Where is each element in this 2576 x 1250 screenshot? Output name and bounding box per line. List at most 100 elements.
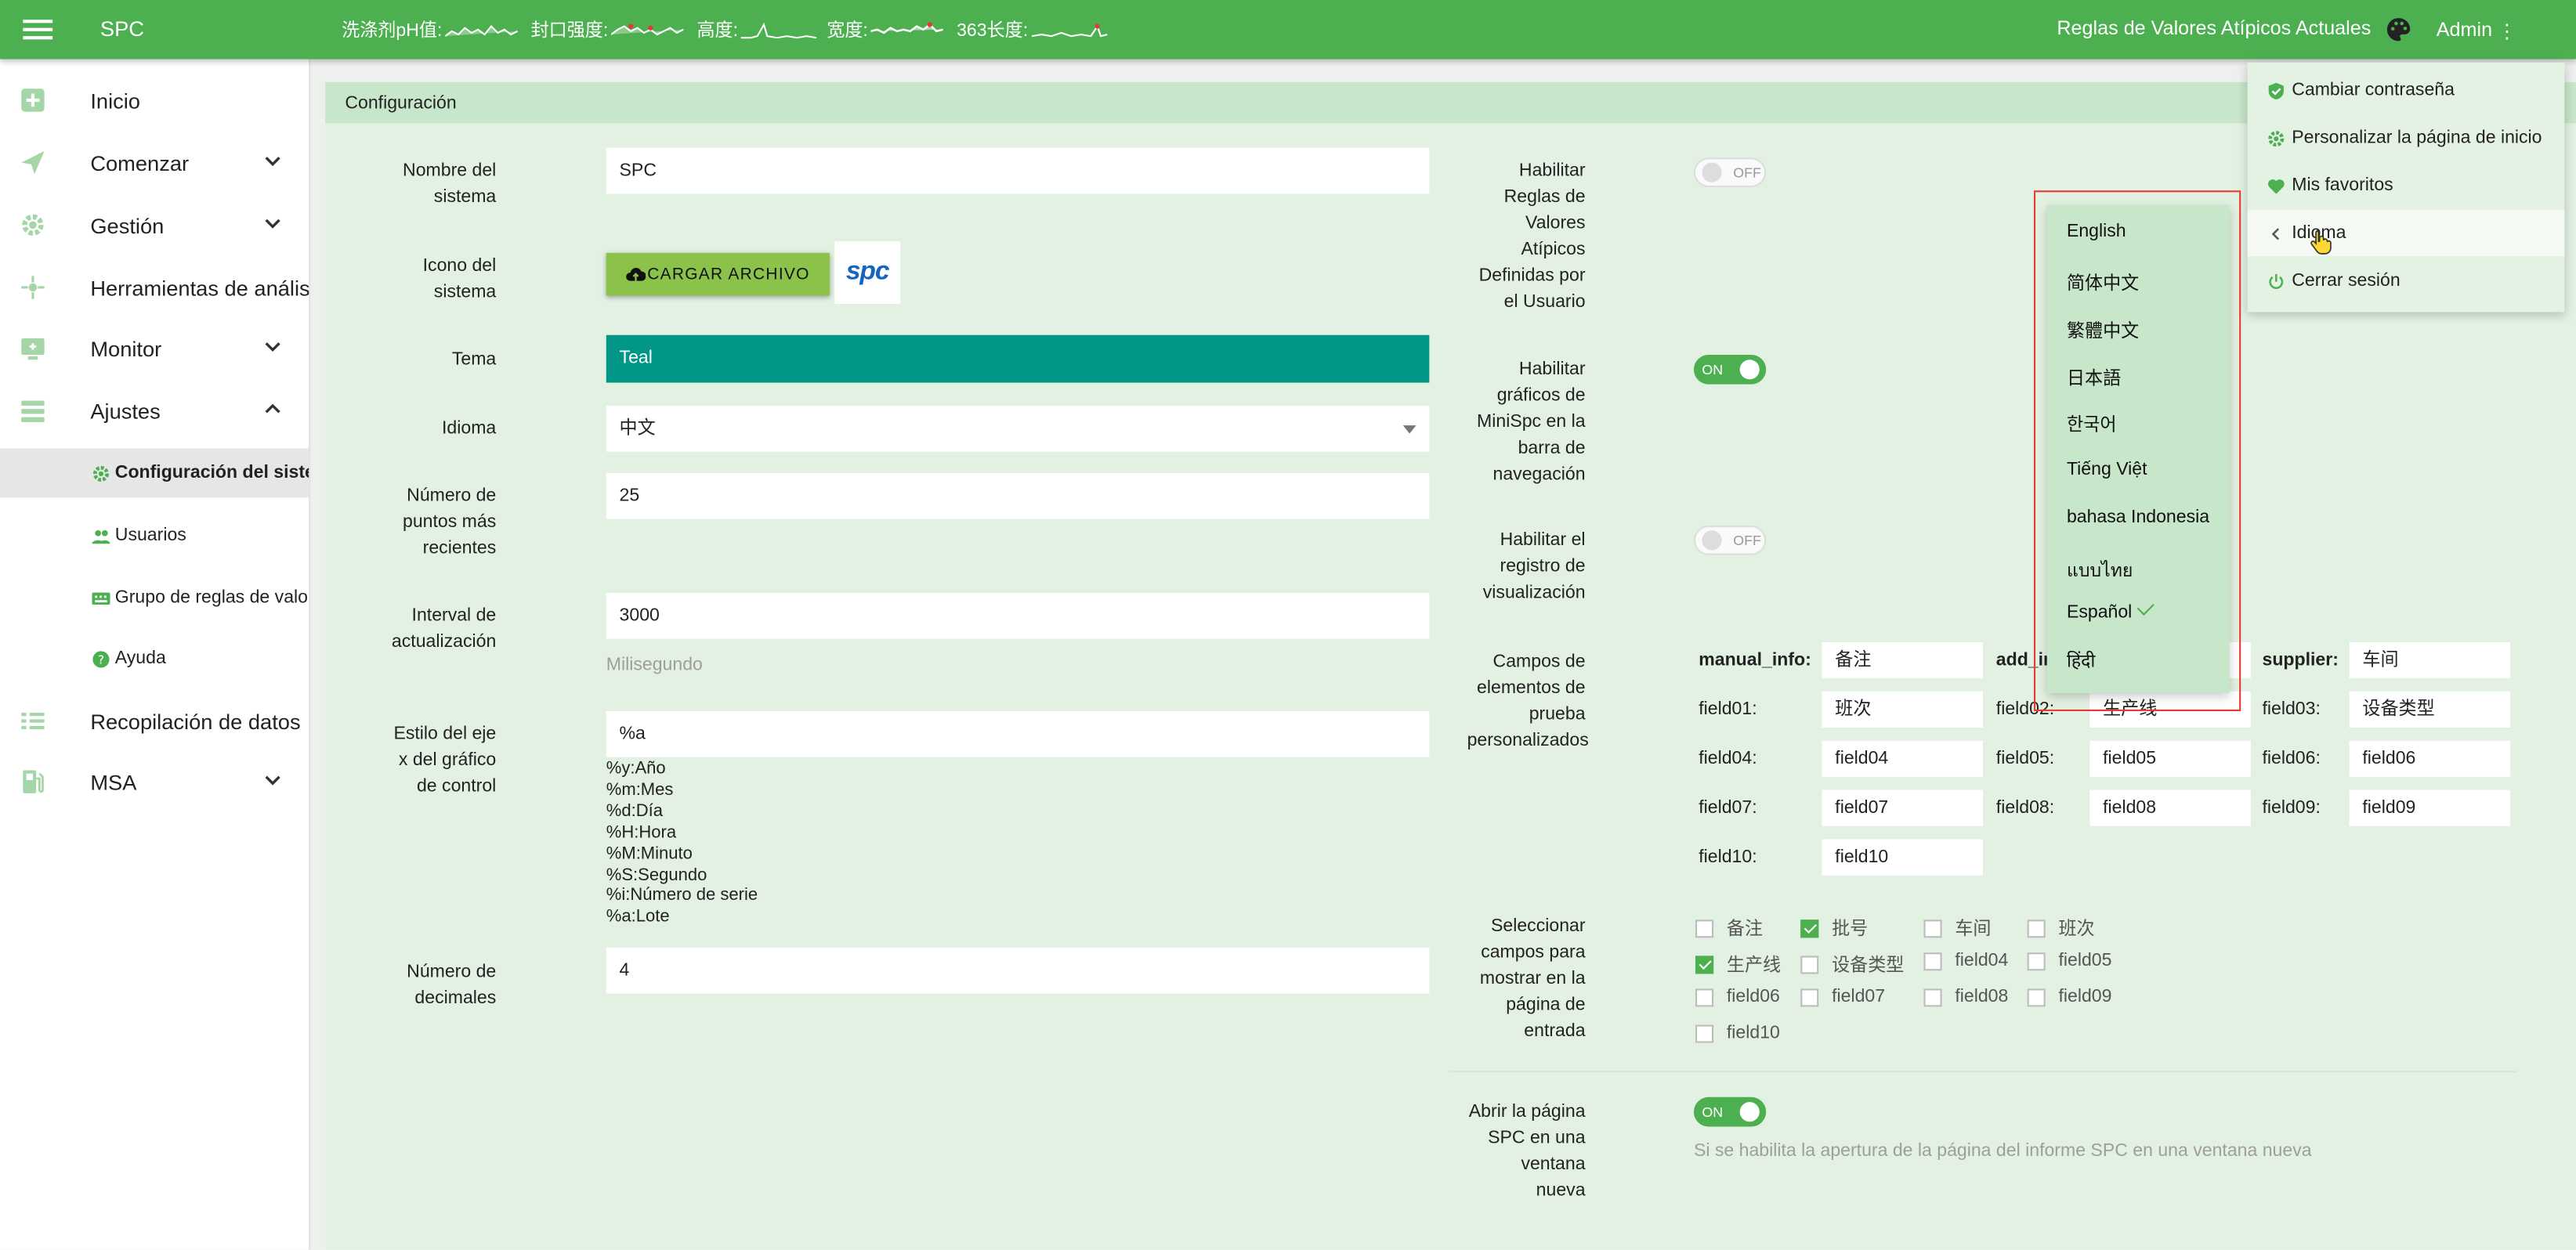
new-window-toggle[interactable]: ON — [1693, 1096, 1767, 1127]
field-value-input[interactable]: 班次 — [1822, 691, 1984, 728]
field-value-input[interactable]: 设备类型 — [2349, 691, 2511, 728]
entry-field-checkbox[interactable]: 生产线 — [1695, 951, 1781, 977]
xaxis-format-item: %y:Año — [606, 758, 666, 779]
checkbox-label: field04 — [1955, 951, 2009, 971]
menu-item-change-password[interactable]: Cambiar contraseña — [2248, 67, 2565, 114]
decimals-input[interactable]: 4 — [606, 947, 1430, 994]
system-name-input[interactable]: SPC — [606, 147, 1430, 194]
caret-down-icon — [1402, 425, 1416, 434]
mini-spc-chart-height[interactable]: 高度: — [696, 16, 817, 43]
recent-points-input[interactable]: 25 — [606, 472, 1430, 519]
minispc-toggle[interactable]: ON — [1693, 354, 1767, 385]
sidebar-subitem-rule-groups[interactable]: Grupo de reglas de valores atípicos — [0, 573, 309, 623]
entry-field-checkbox[interactable]: field04 — [1923, 951, 2009, 971]
checkbox-box — [2027, 988, 2046, 1006]
menu-item-label: Mis favoritos — [2292, 175, 2393, 196]
field-key: field07: — [1699, 798, 1757, 818]
shield-check-icon — [2268, 82, 2284, 99]
entry-field-checkbox[interactable]: field09 — [2027, 987, 2111, 1006]
field-key: field06: — [2262, 749, 2321, 769]
checkbox-label: field10 — [1726, 1023, 1780, 1043]
mini-spc-chart-length[interactable]: 363长度: — [957, 16, 1107, 43]
entry-field-checkbox[interactable]: field06 — [1695, 987, 1780, 1006]
field-key: field09: — [2262, 798, 2321, 818]
refresh-interval-input[interactable]: 3000 — [606, 592, 1430, 639]
mini-spc-chart-seal[interactable]: 封口强度: — [531, 16, 687, 43]
view-log-toggle[interactable]: OFF — [1693, 526, 1767, 555]
field-value-input[interactable]: field04 — [1822, 740, 1984, 777]
upload-file-button[interactable]: CARGAR ARCHIVO — [606, 252, 830, 296]
decimals-label: Número de decimales — [407, 962, 497, 1009]
field-value-input[interactable]: field09 — [2349, 789, 2511, 826]
field-value-input[interactable]: field06 — [2349, 740, 2511, 777]
hamburger-menu-icon[interactable] — [23, 15, 53, 45]
entry-field-checkbox[interactable]: field05 — [2027, 951, 2111, 970]
config-card-title: Configuración — [345, 93, 457, 114]
mini-spc-chart-width[interactable]: 宽度: — [827, 16, 946, 43]
sidebar-item-monitor[interactable]: Monitor — [0, 323, 309, 373]
sidebar-subitem-label: Usuarios — [114, 526, 186, 546]
more-vert-icon[interactable]: ⋮ — [2497, 20, 2516, 42]
section-divider — [1449, 1071, 2517, 1073]
home-plus-icon — [21, 89, 45, 112]
sidebar-item-msa[interactable]: MSA — [0, 757, 309, 807]
sidebar-subitem-users[interactable]: Usuarios — [0, 511, 309, 560]
entry-field-checkbox[interactable]: field08 — [1923, 987, 2008, 1006]
menu-item-logout[interactable]: Cerrar sesión — [2248, 258, 2565, 304]
chevron-left-icon — [2271, 228, 2280, 240]
sidebar-item-label: Recopilación de datos — [90, 708, 301, 734]
new-window-hint: Si se habilita la apertura de la página … — [1693, 1141, 2312, 1161]
entry-field-checkbox[interactable]: 备注 — [1695, 915, 1763, 941]
chevron-up-icon — [265, 403, 280, 414]
field-value-input[interactable]: field05 — [2089, 740, 2251, 777]
chevron-down-icon — [265, 157, 280, 167]
current-rules-link[interactable]: Reglas de Valores Atípicos Actuales — [2057, 16, 2371, 39]
chevron-down-icon — [265, 219, 280, 229]
user-name[interactable]: Admin — [2437, 18, 2492, 41]
sidebar-item-gestion[interactable]: Gestión — [0, 201, 309, 250]
mini-spc-chart-ph[interactable]: 洗涤剂pH值: — [342, 16, 521, 43]
field-value-input[interactable]: field08 — [2089, 789, 2251, 826]
users-icon — [92, 529, 110, 544]
menu-item-customize-home[interactable]: Personalizar la página de inicio — [2248, 115, 2565, 161]
field-value-input[interactable]: field07 — [1822, 789, 1984, 826]
theme-select[interactable]: Teal — [606, 334, 1430, 383]
gear-icon — [92, 465, 109, 482]
palette-icon[interactable] — [2386, 16, 2412, 43]
entry-field-checkbox[interactable]: 批号 — [1800, 915, 1868, 941]
custom-rules-label: Habilitar Reglas de Valores Atípicos Def… — [1478, 161, 1586, 312]
sidebar-item-herramientas[interactable]: Herramientas de análisis — [0, 263, 309, 312]
language-select[interactable]: 中文 — [606, 405, 1430, 452]
sidebar-subitem-system-config[interactable]: Configuración del sistema — [0, 448, 309, 498]
entry-field-checkbox[interactable]: 车间 — [1923, 915, 1991, 941]
system-logo: spc — [834, 241, 901, 304]
field-value-input[interactable]: 备注 — [1822, 641, 1984, 679]
sidebar-item-label: Herramientas de análisis — [90, 275, 309, 300]
sparkline-icon — [741, 22, 817, 39]
sidebar-item-comenzar[interactable]: Comenzar — [0, 138, 309, 187]
field-key: field05: — [1995, 749, 2055, 769]
entry-field-checkbox[interactable]: 班次 — [2027, 915, 2095, 941]
field-key: field03: — [2262, 699, 2321, 720]
menu-item-language[interactable]: Idioma — [2247, 210, 2565, 257]
menu-item-favorites[interactable]: Mis favoritos — [2248, 163, 2565, 209]
sidebar-subitem-help[interactable]: ? Ayuda — [0, 634, 309, 683]
entry-field-checkbox[interactable]: field10 — [1695, 1023, 1780, 1043]
svg-text:?: ? — [98, 653, 104, 667]
xaxis-style-input[interactable]: %a — [606, 710, 1430, 757]
sidebar-item-recopilacion[interactable]: Recopilación de datos — [0, 696, 309, 746]
field-value-input[interactable]: field10 — [1822, 839, 1984, 876]
checkbox-box — [1923, 919, 1942, 938]
view-log-label: Habilitar el registro de visualización — [1482, 530, 1586, 603]
entry-field-checkbox[interactable]: 设备类型 — [1800, 951, 1904, 977]
entry-field-checkbox[interactable]: field07 — [1800, 987, 1885, 1006]
xaxis-format-item: %i:Número de serie — [606, 886, 758, 906]
xaxis-format-item: %H:Hora — [606, 822, 677, 843]
power-icon — [2269, 274, 2284, 289]
sidebar-item-ajustes[interactable]: Ajustes — [0, 386, 309, 435]
field-value-input[interactable]: 车间 — [2349, 641, 2511, 679]
field-key: field08: — [1995, 798, 2055, 818]
keyboard-icon — [92, 592, 110, 605]
custom-rules-toggle[interactable]: OFF — [1693, 157, 1767, 188]
sidebar-item-inicio[interactable]: Inicio — [0, 75, 309, 125]
